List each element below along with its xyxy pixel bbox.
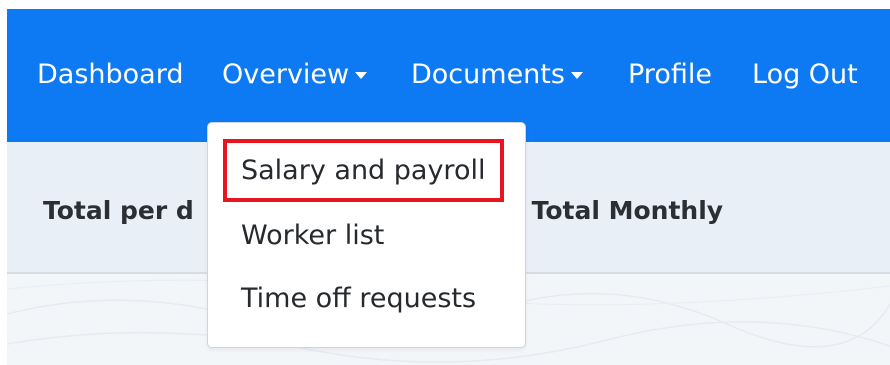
overview-dropdown-menu: Salary and payroll Worker list Time off …: [207, 122, 526, 348]
nav-overview[interactable]: Overview: [222, 57, 368, 93]
nav-documents-label: Documents: [411, 59, 565, 90]
nav-overview-label: Overview: [222, 59, 350, 90]
highlight-box: [223, 139, 504, 202]
nav-documents[interactable]: Documents: [411, 57, 583, 93]
caret-down-icon: [570, 72, 583, 79]
nav-logout[interactable]: Log Out: [752, 57, 858, 93]
nav-dashboard[interactable]: Dashboard: [37, 57, 183, 93]
menu-item-time-off-requests[interactable]: Time off requests: [241, 281, 476, 317]
summary-heading-right: d Total Monthly: [505, 196, 724, 225]
nav-profile[interactable]: Profile: [628, 57, 712, 93]
menu-item-worker-list[interactable]: Worker list: [241, 218, 384, 254]
caret-down-icon: [355, 72, 368, 79]
app-frame: Dashboard Overview Documents Profile Log…: [7, 9, 890, 365]
summary-heading-left: Total per d: [43, 196, 194, 225]
